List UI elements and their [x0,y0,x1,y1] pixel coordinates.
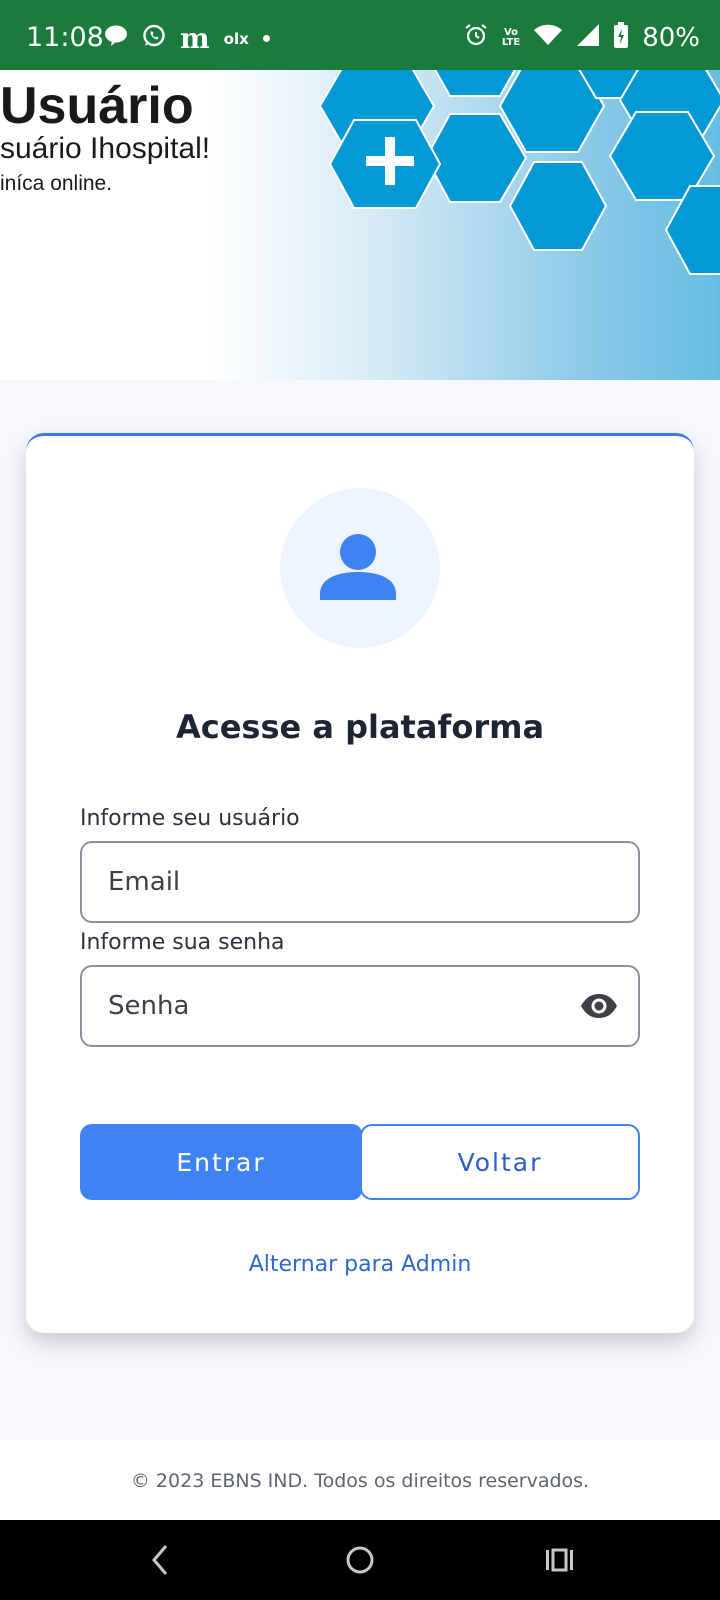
back-nav-icon[interactable] [146,1542,174,1583]
olx-icon: olx [223,29,249,48]
switch-to-admin-link[interactable]: Alternar para Admin [26,1252,694,1277]
recents-nav-icon[interactable] [544,1542,576,1583]
email-input[interactable]: Email [80,841,640,923]
system-navigation-bar [0,1520,720,1600]
user-icon [320,534,396,600]
user-field-label: Informe seu usuário [80,806,300,831]
password-placeholder: Senha [108,991,190,1021]
copyright-text: © 2023 EBNS IND. Todos os direitos reser… [130,1470,590,1492]
email-placeholder: Email [108,867,181,897]
avatar [280,488,440,648]
whatsapp-icon [142,24,166,53]
hero-banner: Usuário suário Ihospital! iníca online. [0,70,720,380]
wifi-icon [534,24,563,51]
password-input[interactable]: Senha [80,965,640,1047]
cell-signal-icon [576,23,600,52]
status-bar: 11:08 m olx Vo LTE 80% [0,0,720,70]
battery-percentage: 80% [642,22,700,53]
battery-icon [614,22,629,53]
more-notifications-dot [262,35,270,42]
password-field-label: Informe sua senha [80,930,285,955]
volte-bottom: LTE [501,36,521,48]
volte-icon: Vo LTE [501,26,521,48]
system-icons: Vo LTE 80% [464,22,700,53]
login-button[interactable]: Entrar [80,1124,362,1200]
status-time: 11:08 [26,22,104,53]
card-title: Acesse a plataforma [175,708,545,746]
notification-icons: m olx [104,24,270,53]
alarm-icon [464,23,488,52]
login-card: Acesse a plataforma Informe seu usuário … [26,433,694,1333]
banner-subtitle: suário Ihospital! [0,132,211,165]
hexagon-pattern-icon [320,70,720,275]
show-password-eye-icon[interactable] [580,993,618,1024]
back-button[interactable]: Voltar [360,1124,640,1200]
banner-subtitle-secondary: iníca online. [0,172,113,195]
footer: © 2023 EBNS IND. Todos os direitos reser… [0,1440,720,1520]
volte-top: Vo [503,26,519,38]
chat-bubble-icon [104,25,128,52]
home-nav-icon[interactable] [344,1542,376,1583]
banner-title: Usuário [0,77,194,135]
m-app-icon: m [180,21,210,55]
